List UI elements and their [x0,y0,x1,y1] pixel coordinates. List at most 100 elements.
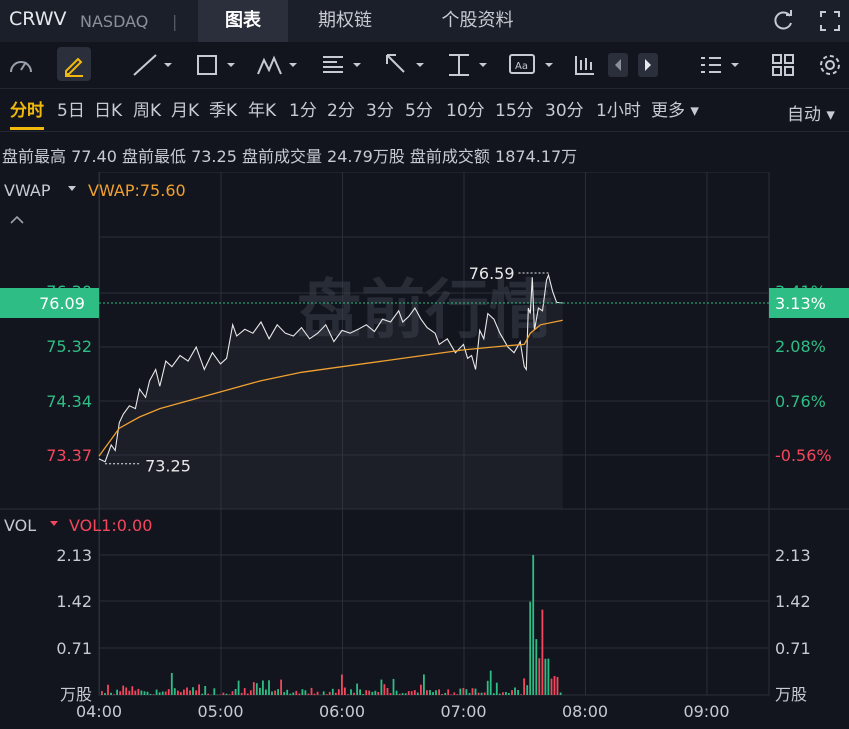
tab-options-chain[interactable]: 期权链 [300,0,390,42]
volume-bar [328,691,331,695]
period-tab-1hour[interactable]: 1小时 [596,96,641,121]
period-tab-10min[interactable]: 10分 [446,96,485,121]
tab-chart[interactable]: 图表 [198,0,288,42]
volume-bar [426,690,428,695]
prev-arrow-icon[interactable] [608,50,628,80]
volume-bar [514,687,516,695]
vwap-dropdown-icon[interactable] [68,186,76,191]
volume-bar [423,674,425,695]
period-tab-intraday[interactable]: 分时 [10,96,44,121]
volume-bar [462,688,465,695]
collapse-chevron-up-icon[interactable] [10,215,24,224]
volume-bar [407,691,410,695]
volume-bar [104,693,106,695]
vol-axis-label-left: 2.13 [56,546,92,565]
volume-bar [110,692,112,695]
volume-bar [356,683,358,695]
gauge-icon[interactable] [6,50,36,80]
volume-bar [122,685,125,695]
high-marker-value: 76.59 [469,264,515,283]
volume-bar [243,688,246,695]
volume-bar [262,680,264,695]
volume-bar [143,691,146,695]
volume-bar [167,689,170,695]
volume-bar [246,693,249,695]
volume-bar [286,689,289,695]
volume-bar [161,691,164,695]
period-tab-2min[interactable]: 2分 [327,96,355,121]
volume-bar [505,692,507,695]
tab-company-profile[interactable]: 个股资料 [410,0,545,42]
volume-bar [508,693,510,695]
period-tab-30min[interactable]: 30分 [545,96,584,121]
volume-bar [550,678,553,695]
volume-bar [192,687,194,695]
period-tab-monthly[interactable]: 月K [171,96,199,121]
period-more-dropdown[interactable]: 更多 ▾ [651,96,699,121]
settings-icon[interactable] [815,50,845,80]
volume-bars [101,555,562,695]
volume-bar [201,693,204,695]
volume-axis-labels: 2.13 2.131.42 1.420.71 0.71万股 万股 [56,546,810,704]
period-tab-5min[interactable]: 5分 [405,96,433,121]
pencil-icon[interactable] [59,50,89,80]
volume-bar [277,689,279,695]
period-tab-yearly[interactable]: 年K [248,96,276,121]
period-tab-weekly[interactable]: 周K [133,96,161,121]
grid-layout-icon[interactable] [768,50,798,80]
pattern-tool-icon[interactable] [255,50,301,80]
volume-bar [398,693,401,695]
volume-bar [119,691,122,695]
period-tab-1min[interactable]: 1分 [289,96,317,121]
volume-bar [474,688,477,695]
current-pct-value: 3.13% [775,294,826,313]
auto-scale-dropdown[interactable]: 自动 ▾ [787,100,835,125]
candle-compare-icon[interactable] [572,50,598,80]
volume-bar [413,690,416,695]
period-tab-quarterly[interactable]: 季K [209,96,237,121]
volume-bar [447,689,450,695]
fullscreen-icon[interactable] [815,6,845,36]
separator: | [172,12,178,31]
stock-symbol: CRWV [9,8,67,30]
volume-bar [471,688,474,695]
volume-bar [125,687,128,695]
refresh-icon[interactable] [768,6,798,36]
period-tab-15min[interactable]: 15分 [495,96,534,121]
period-tab-daily[interactable]: 日K [94,96,122,121]
volume-bar [477,692,480,695]
rectangle-tool-icon[interactable] [193,50,239,80]
volume-bar [420,684,422,695]
fibonacci-tool-icon[interactable] [319,50,365,80]
volume-bar [523,678,525,695]
volume-bar [304,690,307,695]
volume-bar [502,692,504,695]
volume-bar [541,609,544,695]
intraday-chart[interactable]: 盘前行情 VWAP VWAP:75.60 76.303.41%75.322.08… [0,172,849,729]
measure-tool-icon[interactable] [445,50,491,80]
time-axis-label: 08:00 [562,702,608,721]
volume-bar [529,601,532,695]
volume-bar [307,693,310,695]
vol-dropdown-icon[interactable] [50,521,58,526]
volume-bar [362,694,365,695]
volume-bar [444,693,447,695]
volume-bar [213,688,216,695]
volume-bar [146,691,149,695]
list-layout-icon[interactable] [697,50,745,80]
volume-bar [344,687,346,695]
volume-bar [526,685,529,695]
arrow-tool-icon[interactable] [382,50,428,80]
volume-bar [222,692,225,695]
volume-bar [237,680,240,695]
volume-bar [255,683,258,695]
volume-bar [432,692,434,695]
volume-bar [207,693,210,695]
period-tab-3min[interactable]: 3分 [366,96,394,121]
text-tool-icon[interactable]: Aa [507,50,557,80]
period-tab-5day[interactable]: 5日 [57,96,85,121]
volume-bar [438,689,440,695]
volume-bar [465,689,468,695]
next-arrow-icon[interactable] [638,50,658,80]
line-tool-icon[interactable] [130,50,176,80]
